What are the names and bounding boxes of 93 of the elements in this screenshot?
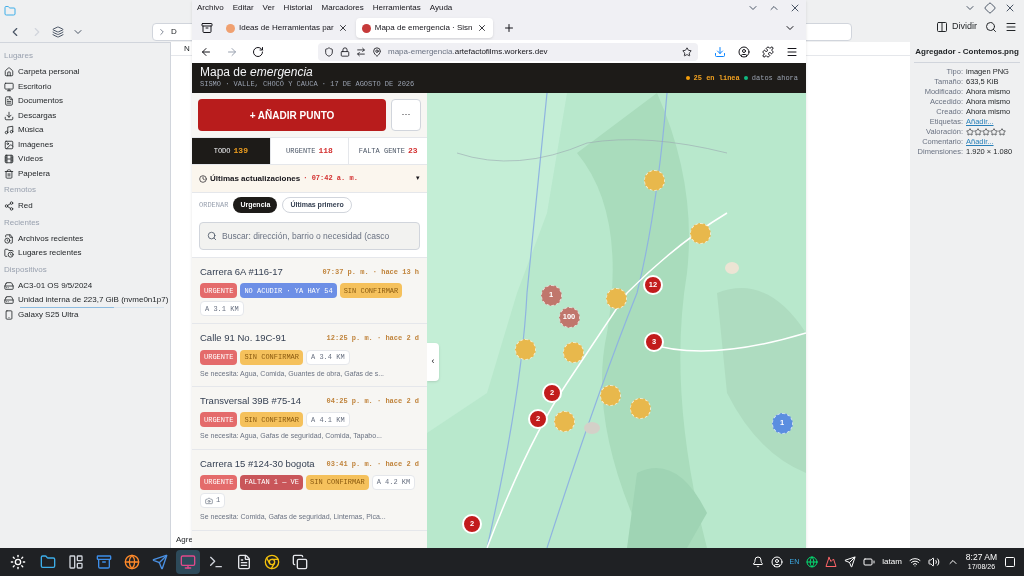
search-field[interactable]: Buscar: dirección, barrio o necesidad (casco [199,222,420,250]
report-title: Carrera 6A #116-17 [200,265,283,279]
desktop-icon [4,81,14,92]
images-icon [4,139,14,150]
show-desktop-icon[interactable] [1004,556,1016,568]
swap-icon[interactable] [356,46,366,57]
sidebar-item[interactable]: Documentos [4,94,166,109]
menu-item[interactable]: Ayuda [429,2,453,14]
videos-icon [4,154,14,165]
keyboard-layout[interactable]: latam [882,556,902,568]
sidebar-item[interactable]: Archivos recientes [4,231,166,246]
download-icon[interactable] [714,45,726,58]
drive-icon [4,280,14,291]
trash-icon [4,168,14,179]
tab-list-icon[interactable] [201,22,213,34]
music-icon [4,125,14,136]
report-title: Carrera 15 #124-30 bogota [200,456,315,471]
sidebar-item[interactable]: AC3-01 OS 9/5/2024 [4,278,166,293]
sidebar-item[interactable]: Escritorio [4,79,166,94]
file-title: Agregador - Contemos.png [914,42,1020,63]
report-title: Calle 91 No. 19C-91 [200,331,287,346]
maximize-icon[interactable] [984,2,996,14]
sidebar-item[interactable]: Unidad interna de 223,7 GiB (nvme0n1p7) [4,293,166,308]
home-icon [4,67,14,78]
lock-icon[interactable] [340,46,350,57]
status-text: Agre [176,534,193,546]
section-heading: Remotos [4,184,37,196]
browser-tab[interactable]: Mapa de emergencia · Sisn [355,18,493,38]
menu-item[interactable]: Editar [232,2,254,14]
add-point-button[interactable]: + AÑADIR PUNTO [198,99,386,131]
more-button[interactable]: ··· [391,99,421,131]
documents-icon [4,96,14,107]
clock-icon [199,174,207,183]
globe-icon[interactable] [806,556,819,568]
split-button[interactable]: Dividir [936,20,977,34]
updates-label: Últimas actualizaciones [210,172,301,185]
browser-tab[interactable]: Ideas de Herramientas par [220,18,354,38]
address-bar[interactable]: mapa-emergencia.artefactofilms.workers.dev [318,42,698,61]
recent-places-icon [4,248,14,259]
new-tab-icon[interactable] [502,22,515,34]
favicon-icon [226,23,235,33]
sidebar-item[interactable]: Red [4,199,166,214]
favicon-icon [361,23,371,33]
phone-icon [4,309,14,320]
menu-item[interactable]: Archivo [197,2,224,14]
folder-icon [4,5,16,17]
sidebar-item[interactable]: Papelera [4,166,166,181]
bookmark-star-icon[interactable] [682,46,692,57]
sidebar-item[interactable]: Imágenes [4,137,166,152]
downloads-icon [4,110,14,121]
back-icon[interactable] [200,45,212,58]
menu-item[interactable]: Historial [283,2,313,14]
close-icon[interactable] [789,2,801,14]
recent-files-icon [4,233,14,244]
menu-icon[interactable] [1005,20,1017,33]
sidebar-item[interactable]: Lugares recientes [4,246,166,261]
collapse-button[interactable]: ‹ [427,343,439,381]
chevron-icon [157,27,167,37]
search-icon [207,231,217,241]
close-tab-icon[interactable] [476,23,487,33]
menu-item[interactable]: Ver [262,2,275,14]
section-heading: Recientes [4,216,41,229]
sidebar-item[interactable]: Galaxy S25 Ultra [4,307,166,322]
sidebar-item[interactable]: Vídeos [4,152,166,167]
pin-icon[interactable] [372,46,382,57]
sidebar-item[interactable]: Música [4,123,166,138]
search-icon[interactable] [985,20,997,33]
menu-icon[interactable] [786,45,798,58]
report-title: Transversal 39B #75-14 [200,394,302,408]
section-heading: Lugares [4,50,34,62]
network-icon [4,201,14,212]
extensions-icon[interactable] [762,45,774,58]
view-icon[interactable] [52,26,64,38]
sidebar-item[interactable]: Carpeta personal [4,65,166,80]
menu-item[interactable]: Marcadores [321,2,364,14]
reload-icon[interactable] [252,45,264,58]
wifi-icon[interactable] [908,556,921,568]
send-icon[interactable] [844,556,857,568]
camera-icon [205,496,213,505]
launcher-icon[interactable] [10,554,26,570]
section-heading: Dispositivos [4,263,48,276]
volume-icon[interactable] [927,556,940,568]
account-icon[interactable] [738,45,750,58]
rating-stars[interactable] [966,128,1006,136]
menu-item[interactable]: Herramientas [372,2,421,14]
sidebar-item[interactable]: Descargas [4,108,166,123]
column-header[interactable]: N [184,42,190,55]
close-tab-icon[interactable] [337,23,348,33]
close-icon[interactable] [1004,2,1016,14]
notification-icon[interactable] [751,556,764,568]
shield-icon[interactable] [324,46,334,57]
app-title: Mapa de emergencia [200,66,314,80]
columns-icon [936,20,948,33]
